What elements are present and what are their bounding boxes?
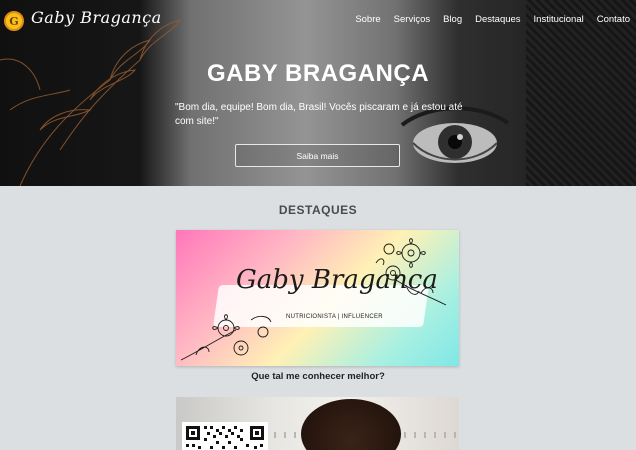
- hero-quote: "Bom dia, equipe! Bom dia, Brasil! Vocês…: [175, 102, 463, 127]
- saiba-mais-button[interactable]: Saiba mais: [235, 144, 400, 167]
- nav-blog[interactable]: Blog: [443, 14, 462, 25]
- flower-bottom-left-icon: [181, 314, 272, 361]
- main-nav: Sobre Serviços Blog Destaques Institucio…: [342, 14, 630, 25]
- hero-section: G Gaby Bragança Sobre Serviços Blog Dest…: [0, 0, 636, 186]
- logo-text[interactable]: Gaby Bragança: [31, 8, 162, 27]
- nav-sobre[interactable]: Sobre: [355, 14, 380, 25]
- nav-destaques[interactable]: Destaques: [475, 14, 520, 25]
- profile-photo-card[interactable]: [176, 397, 459, 450]
- nav-contato[interactable]: Contato: [597, 14, 630, 25]
- nav-servicos[interactable]: Serviços: [394, 14, 430, 25]
- destaques-title: DESTAQUES: [278, 203, 358, 217]
- banner-subtitle: NUTRICIONISTA | INFLUENCER: [286, 314, 383, 320]
- highlight-banner[interactable]: Gaby Braganca NUTRICIONISTA | INFLUENCER: [176, 230, 459, 366]
- qr-code-icon: [182, 422, 268, 450]
- banner-script-name: Gaby Braganca: [236, 265, 438, 295]
- logo-letter: G: [9, 14, 19, 28]
- logo-badge-icon[interactable]: G: [4, 11, 24, 31]
- banner-caption[interactable]: Que tal me conhecer melhor?: [0, 371, 636, 382]
- hero-title: GABY BRAGANÇA: [206, 60, 430, 87]
- photo-hair: [301, 399, 401, 450]
- nav-institucional[interactable]: Institucional: [534, 14, 584, 25]
